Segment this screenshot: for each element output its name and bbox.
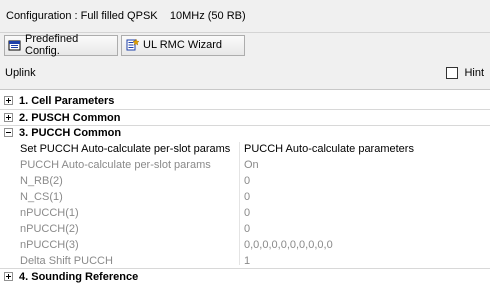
category-label: 2. PUSCH Common [19, 111, 121, 124]
property-value: 0 [244, 222, 251, 235]
uplink-header: Uplink Hint [0, 57, 490, 89]
property-name: N_CS(1) [20, 190, 63, 203]
property-grid: 1. Cell Parameters 2. PUSCH Common 3. PU… [0, 89, 490, 287]
expand-plus-icon[interactable] [4, 96, 13, 105]
property-name: PUCCH Auto-calculate per-slot params [20, 158, 211, 171]
property-row-set-pucch-auto[interactable]: Set PUCCH Auto-calculate per-slot params… [0, 141, 490, 156]
ul-rmc-wizard-button[interactable]: UL RMC Wizard [121, 34, 245, 56]
property-name: N_RB(2) [20, 174, 63, 187]
property-value: 1 [244, 254, 251, 267]
category-label: 1. Cell Parameters [19, 94, 115, 107]
category-label: 4. Sounding Reference [19, 270, 139, 283]
configuration-bar: Configuration : Full filled QPSK 10MHz (… [0, 0, 490, 33]
property-name: Delta Shift PUCCH [20, 254, 113, 267]
collapse-minus-icon[interactable] [4, 128, 13, 137]
configuration-label: Configuration : Full filled QPSK 10MHz (… [6, 10, 246, 22]
property-value: 0 [244, 206, 251, 219]
property-name: Set PUCCH Auto-calculate per-slot params [20, 142, 231, 155]
hint-label: Hint [464, 67, 484, 79]
predefined-config-label: Predefined Config. [25, 33, 79, 57]
property-value: 0 [244, 174, 251, 187]
property-name: nPUCCH(1) [20, 206, 79, 219]
wizard-icon [126, 38, 140, 51]
category-sounding-reference[interactable]: 4. Sounding Reference [0, 269, 490, 284]
property-name: nPUCCH(3) [20, 238, 79, 251]
expand-plus-icon[interactable] [4, 113, 13, 122]
property-row-pucch-auto-per-slot: PUCCH Auto-calculate per-slot params On [0, 157, 490, 172]
property-row-n-cs-1: N_CS(1) 0 [0, 189, 490, 204]
property-row-npucch-1: nPUCCH(1) 0 [0, 205, 490, 220]
category-pusch-common[interactable]: 2. PUSCH Common [0, 110, 490, 125]
property-row-npucch-3: nPUCCH(3) 0,0,0,0,0,0,0,0,0,0 [0, 237, 490, 252]
hint-toggle[interactable]: Hint [446, 67, 484, 79]
hint-checkbox[interactable] [446, 67, 459, 79]
property-value: On [244, 158, 259, 171]
predefined-config-icon [8, 40, 21, 50]
predefined-config-button[interactable]: Predefined Config. [4, 33, 118, 57]
category-cell-parameters[interactable]: 1. Cell Parameters [0, 93, 490, 108]
expand-plus-icon[interactable] [4, 272, 13, 281]
category-pucch-common[interactable]: 3. PUCCH Common [0, 125, 490, 140]
property-row-n-rb-2: N_RB(2) 0 [0, 173, 490, 188]
property-value: 0,0,0,0,0,0,0,0,0,0 [244, 238, 333, 251]
property-value-dropdown[interactable]: PUCCH Auto-calculate parameters [244, 143, 414, 155]
property-name: nPUCCH(2) [20, 222, 79, 235]
property-row-npucch-2: nPUCCH(2) 0 [0, 221, 490, 236]
uplink-title: Uplink [5, 67, 36, 79]
category-label: 3. PUCCH Common [19, 126, 122, 139]
property-row-delta-shift-pucch: Delta Shift PUCCH 1 [0, 253, 490, 268]
ul-rmc-wizard-label: UL RMC Wizard [143, 39, 223, 51]
toolbar: Predefined Config. UL RMC Wizard [0, 33, 490, 57]
property-value: 0 [244, 190, 251, 203]
